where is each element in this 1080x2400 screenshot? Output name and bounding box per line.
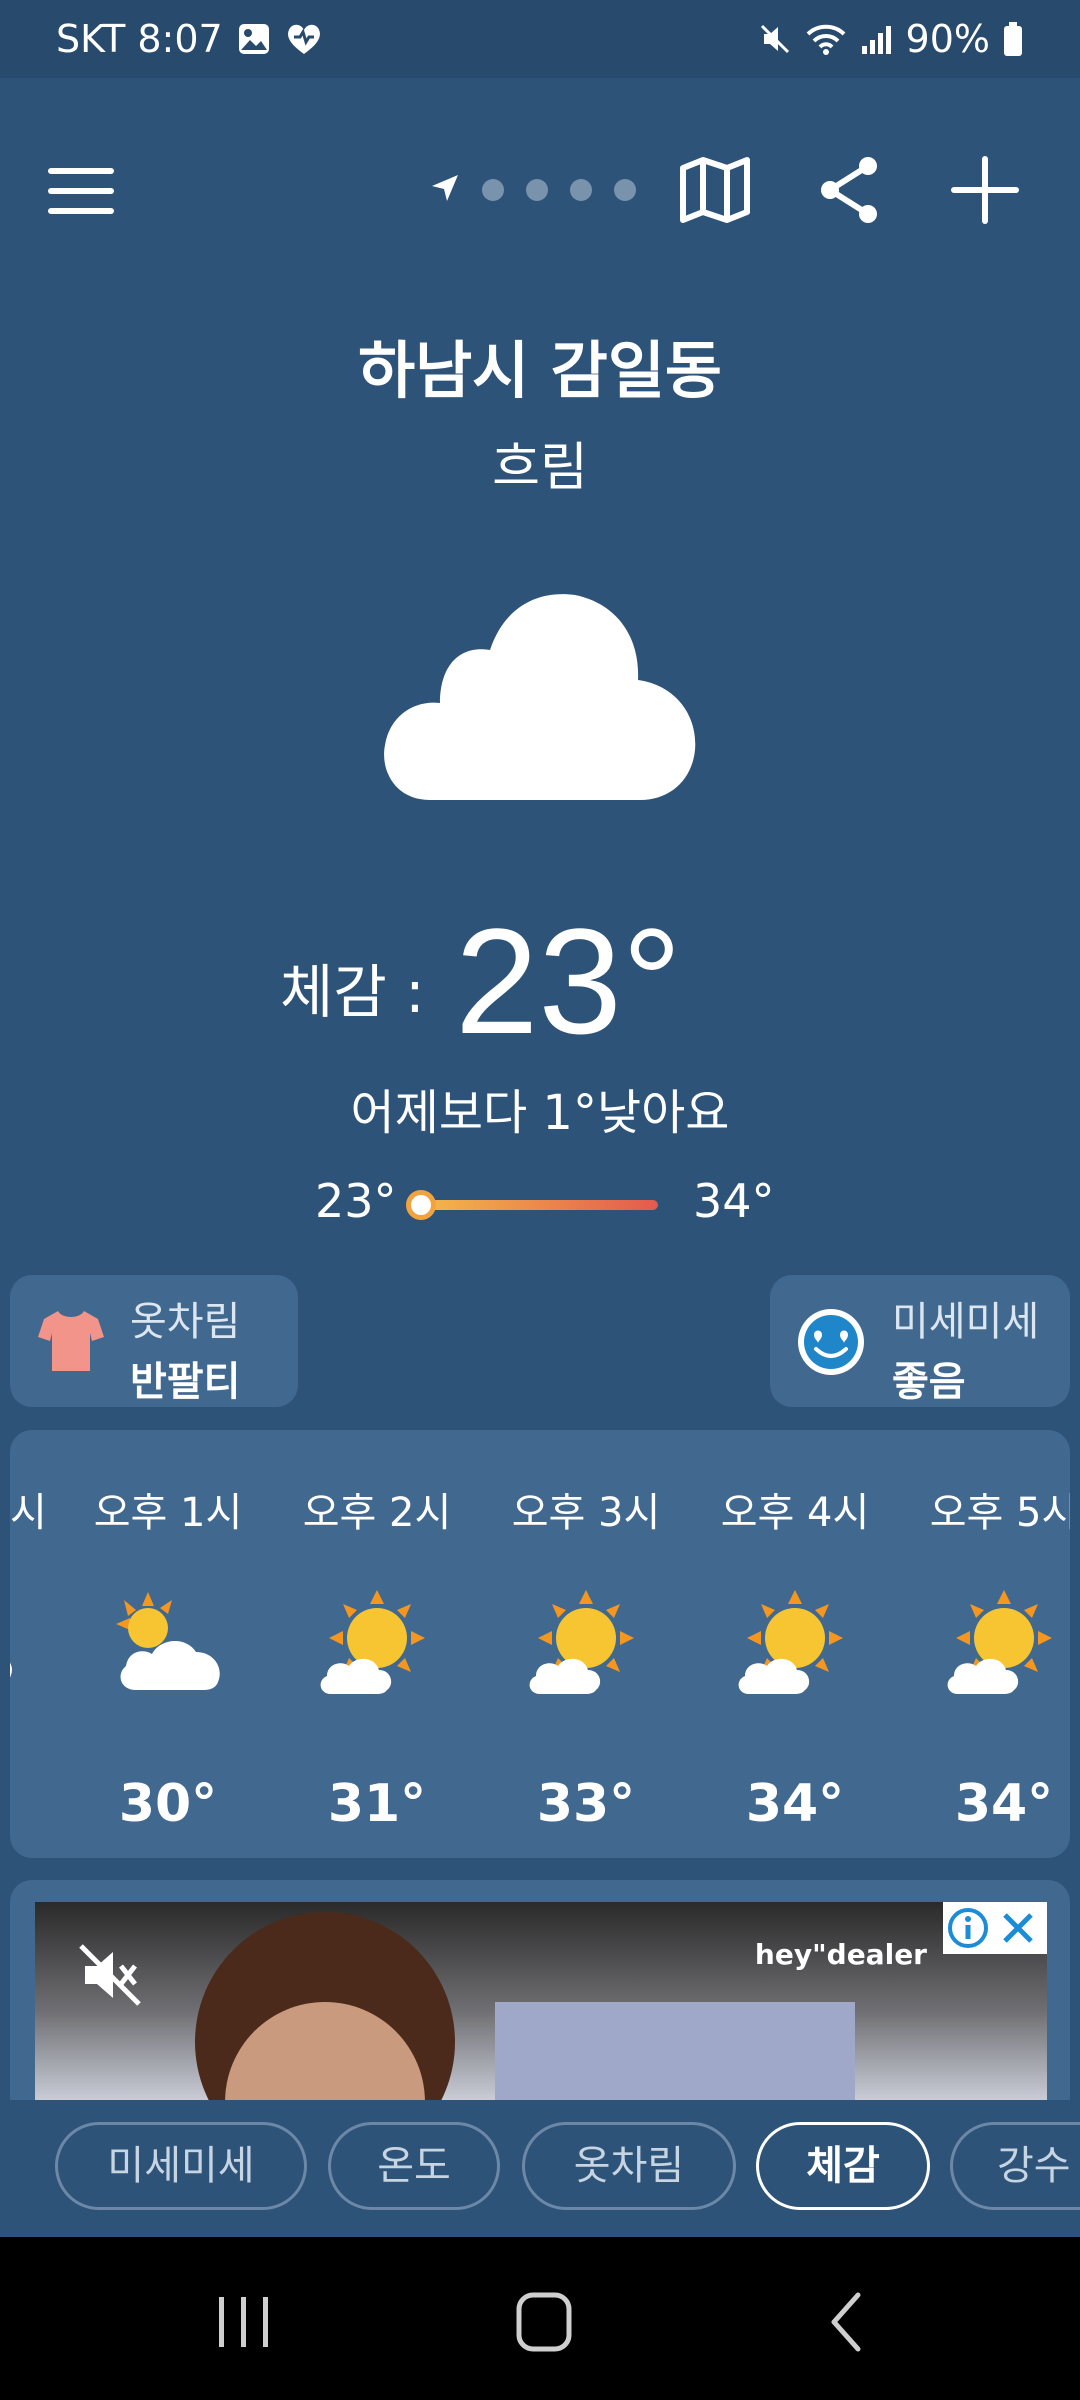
cloud-icon bbox=[380, 585, 700, 805]
signal-icon bbox=[860, 22, 894, 56]
mute-icon bbox=[758, 22, 792, 56]
status-bar: SKT 8:07 90% bbox=[0, 0, 1080, 78]
mute-icon[interactable] bbox=[75, 1940, 145, 2010]
toolbar bbox=[0, 130, 1080, 250]
map-icon[interactable] bbox=[675, 150, 755, 230]
sun-cloud-icon bbox=[944, 1590, 1064, 1700]
hour-temp: 30° bbox=[118, 1774, 218, 1834]
category-tabs: 미세미세 온도 옷차림 체감 강수 bbox=[0, 2100, 1080, 2237]
hour-temp: 31° bbox=[327, 1774, 427, 1834]
hour-item[interactable]: 오후 3시 33° bbox=[486, 1430, 686, 1858]
hour-item[interactable]: 오후 1시 30° bbox=[68, 1430, 268, 1858]
status-left: SKT 8:07 bbox=[56, 0, 323, 78]
sun-cloud-icon bbox=[735, 1590, 855, 1700]
dust-value: 좋음 bbox=[892, 1359, 966, 1405]
share-icon[interactable] bbox=[810, 150, 890, 230]
page-dot bbox=[482, 179, 504, 201]
hour-item[interactable]: 오후 5시 34° bbox=[904, 1430, 1070, 1858]
tab-feels-like[interactable]: 체감 bbox=[756, 2122, 930, 2210]
plus-icon[interactable] bbox=[945, 150, 1025, 230]
feels-label: 체감 : bbox=[280, 958, 425, 1026]
page-indicator bbox=[430, 170, 636, 210]
hour-label: 오후 1시 bbox=[93, 1490, 243, 1536]
close-icon[interactable] bbox=[997, 1907, 1039, 1949]
ad-brand: hey"dealer bbox=[754, 1938, 927, 1971]
wifi-icon bbox=[804, 22, 848, 56]
back-icon[interactable] bbox=[810, 2287, 890, 2357]
hour-partial-label: 시 bbox=[10, 1490, 47, 1536]
range-min: 23° bbox=[315, 1174, 397, 1228]
tab-fine-dust[interactable]: 미세미세 bbox=[55, 2122, 307, 2210]
range-current-marker bbox=[406, 1190, 436, 1220]
recents-icon[interactable] bbox=[205, 2287, 285, 2357]
ad-banner[interactable]: hey"dealer bbox=[35, 1902, 1047, 2100]
weather-condition: 흐림 bbox=[492, 438, 588, 498]
carrier-time: SKT 8:07 bbox=[56, 17, 223, 61]
hourly-forecast[interactable]: 시 오후 1시 30° 오후 2시 31° 오후 3시 33° 오후 4시 34… bbox=[10, 1430, 1070, 1858]
hour-label: 오후 2시 bbox=[302, 1490, 452, 1536]
sun-cloud-icon bbox=[317, 1590, 437, 1700]
outfit-card[interactable]: 옷차림 반팔티 bbox=[10, 1275, 298, 1407]
tshirt-icon bbox=[36, 1307, 106, 1377]
hour-temp: 34° bbox=[745, 1774, 845, 1834]
info-icon[interactable] bbox=[947, 1907, 989, 1949]
temp-range: 23° 34° bbox=[0, 1170, 1080, 1240]
location-arrow-icon bbox=[430, 173, 460, 207]
heart-icon bbox=[285, 22, 323, 56]
feels-like: 체감 : 23° bbox=[0, 895, 1080, 1065]
page-dot bbox=[526, 179, 548, 201]
hour-label: 오후 3시 bbox=[511, 1490, 661, 1536]
range-bar bbox=[418, 1200, 658, 1210]
tab-temperature[interactable]: 온도 bbox=[328, 2122, 500, 2210]
sun-cloud-icon bbox=[526, 1590, 646, 1700]
hour-label: 오후 4시 bbox=[720, 1490, 870, 1536]
battery-percent: 90% bbox=[905, 17, 990, 61]
range-max: 34° bbox=[693, 1174, 775, 1228]
dust-card[interactable]: 미세미세 좋음 bbox=[770, 1275, 1070, 1407]
outfit-value: 반팔티 bbox=[130, 1359, 241, 1405]
hour-label: 오후 5시 bbox=[929, 1490, 1070, 1536]
page-dot bbox=[570, 179, 592, 201]
hour-item[interactable]: 오후 2시 31° bbox=[277, 1430, 477, 1858]
ad-building bbox=[495, 2002, 855, 2100]
battery-icon bbox=[1002, 21, 1024, 57]
system-nav-bar bbox=[0, 2237, 1080, 2400]
hour-item[interactable]: 오후 4시 34° bbox=[695, 1430, 895, 1858]
outfit-title: 옷차림 bbox=[130, 1299, 241, 1345]
ad-container: hey"dealer bbox=[10, 1880, 1070, 2100]
home-icon[interactable] bbox=[505, 2287, 585, 2357]
menu-icon[interactable] bbox=[44, 150, 124, 230]
smile-face-icon bbox=[794, 1305, 868, 1383]
tab-outfit[interactable]: 옷차림 bbox=[522, 2122, 736, 2210]
status-right: 90% bbox=[758, 0, 1024, 78]
page-dot bbox=[614, 179, 636, 201]
gallery-icon bbox=[237, 22, 271, 56]
partly-cloudy-icon bbox=[108, 1590, 228, 1700]
compare-yesterday: 어제보다 1°낮아요 bbox=[350, 1085, 730, 1141]
dust-title: 미세미세 bbox=[892, 1299, 1040, 1345]
tab-precipitation[interactable]: 강수 bbox=[950, 2122, 1080, 2210]
hour-temp: 33° bbox=[536, 1774, 636, 1834]
partial-sun-icon bbox=[10, 1650, 18, 1694]
location-title[interactable]: 하남시 감일동 bbox=[0, 320, 1080, 410]
hour-temp: 34° bbox=[954, 1774, 1054, 1834]
feels-value: 23° bbox=[455, 897, 682, 1065]
